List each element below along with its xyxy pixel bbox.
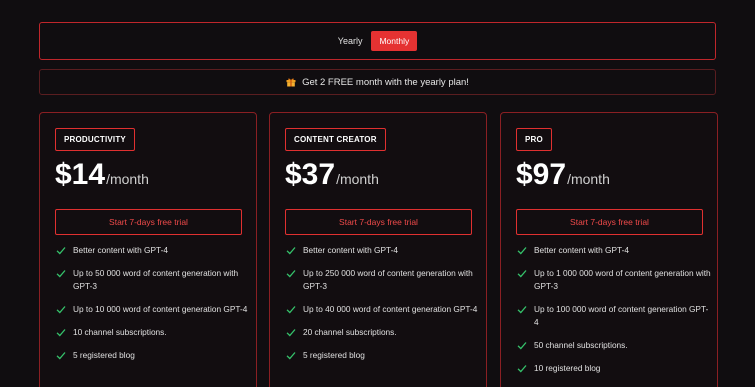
check-icon [56, 352, 66, 360]
feature-item: Better content with GPT-4 [55, 244, 250, 257]
feature-list: Better content with GPT-4 Up to 250 000 … [285, 244, 480, 372]
feature-item: Up to 250 000 word of content generation… [285, 267, 480, 293]
feature-text: Better content with GPT-4 [534, 245, 629, 255]
plan-card-pro: PRO $97 /month Start 7-days free trial B… [500, 112, 718, 387]
plan-price: $37 /month [285, 158, 379, 194]
start-trial-button[interactable]: Start 7-days free trial [285, 209, 472, 235]
check-icon [517, 365, 527, 373]
feature-text: 5 registered blog [303, 350, 365, 360]
check-icon [56, 270, 66, 278]
plan-name-badge: PRODUCTIVITY [55, 128, 135, 151]
check-icon [517, 247, 527, 255]
billing-toggle: Yearly Monthly [39, 22, 716, 60]
check-icon [56, 247, 66, 255]
feature-text: 50 channel subscriptions. [534, 340, 628, 350]
check-icon [286, 247, 296, 255]
price-amount: $37 [285, 158, 336, 191]
promo-banner: Get 2 FREE month with the yearly plan! [39, 69, 716, 95]
feature-item: Up to 40 000 word of content generation … [285, 303, 480, 316]
feature-text: Up to 10 000 word of content generation … [73, 304, 248, 314]
feature-text: Better content with GPT-4 [303, 245, 398, 255]
plan-name-badge: PRO [516, 128, 552, 151]
feature-list: Better content with GPT-4 Up to 50 000 w… [55, 244, 250, 372]
feature-text: Up to 50 000 word of content generation … [73, 268, 239, 291]
check-icon [286, 329, 296, 337]
feature-text: 10 channel subscriptions. [73, 327, 167, 337]
plan-name-badge: CONTENT CREATOR [285, 128, 386, 151]
feature-item: 10 channel subscriptions. [55, 326, 250, 339]
gift-icon [286, 78, 296, 87]
feature-item: 5 registered blog [55, 349, 250, 362]
start-trial-button[interactable]: Start 7-days free trial [55, 209, 242, 235]
start-trial-button[interactable]: Start 7-days free trial [516, 209, 703, 235]
plan-price: $14 /month [55, 158, 149, 194]
price-amount: $14 [55, 158, 106, 191]
feature-text: Up to 1 000 000 word of content generati… [534, 268, 711, 291]
check-icon [286, 352, 296, 360]
plan-price: $97 /month [516, 158, 610, 194]
feature-item: 20 channel subscriptions. [285, 326, 480, 339]
feature-item: Better content with GPT-4 [285, 244, 480, 257]
feature-text: Up to 250 000 word of content generation… [303, 268, 473, 291]
price-period: /month [106, 171, 149, 187]
feature-item: Up to 10 000 word of content generation … [55, 303, 250, 316]
feature-text: Up to 100 000 word of content generation… [534, 304, 709, 327]
check-icon [517, 342, 527, 350]
monthly-toggle-option[interactable]: Monthly [371, 31, 418, 51]
feature-item: Up to 50 000 word of content generation … [55, 267, 250, 293]
feature-item: Better content with GPT-4 [516, 244, 711, 257]
feature-list: Better content with GPT-4 Up to 1 000 00… [516, 244, 711, 385]
plan-card-productivity: PRODUCTIVITY $14 /month Start 7-days fre… [39, 112, 257, 387]
price-amount: $97 [516, 158, 567, 191]
feature-item: Up to 1 000 000 word of content generati… [516, 267, 711, 293]
check-icon [286, 270, 296, 278]
feature-item: Up to 100 000 word of content generation… [516, 303, 711, 329]
check-icon [56, 306, 66, 314]
check-icon [56, 329, 66, 337]
price-period: /month [336, 171, 379, 187]
yearly-toggle-option[interactable]: Yearly [338, 36, 363, 46]
feature-text: 20 channel subscriptions. [303, 327, 397, 337]
pricing-page: Yearly Monthly Get 2 FREE month with the… [0, 0, 755, 387]
check-icon [517, 270, 527, 278]
feature-item: 50 channel subscriptions. [516, 339, 711, 352]
feature-text: 10 registered blog [534, 363, 601, 373]
feature-text: Up to 40 000 word of content generation … [303, 304, 478, 314]
feature-item: 5 registered blog [285, 349, 480, 362]
feature-item: 10 registered blog [516, 362, 711, 375]
promo-text: Get 2 FREE month with the yearly plan! [302, 76, 469, 88]
feature-text: 5 registered blog [73, 350, 135, 360]
check-icon [517, 306, 527, 314]
check-icon [286, 306, 296, 314]
plan-card-content-creator: CONTENT CREATOR $37 /month Start 7-days … [269, 112, 487, 387]
feature-text: Better content with GPT-4 [73, 245, 168, 255]
price-period: /month [567, 171, 610, 187]
